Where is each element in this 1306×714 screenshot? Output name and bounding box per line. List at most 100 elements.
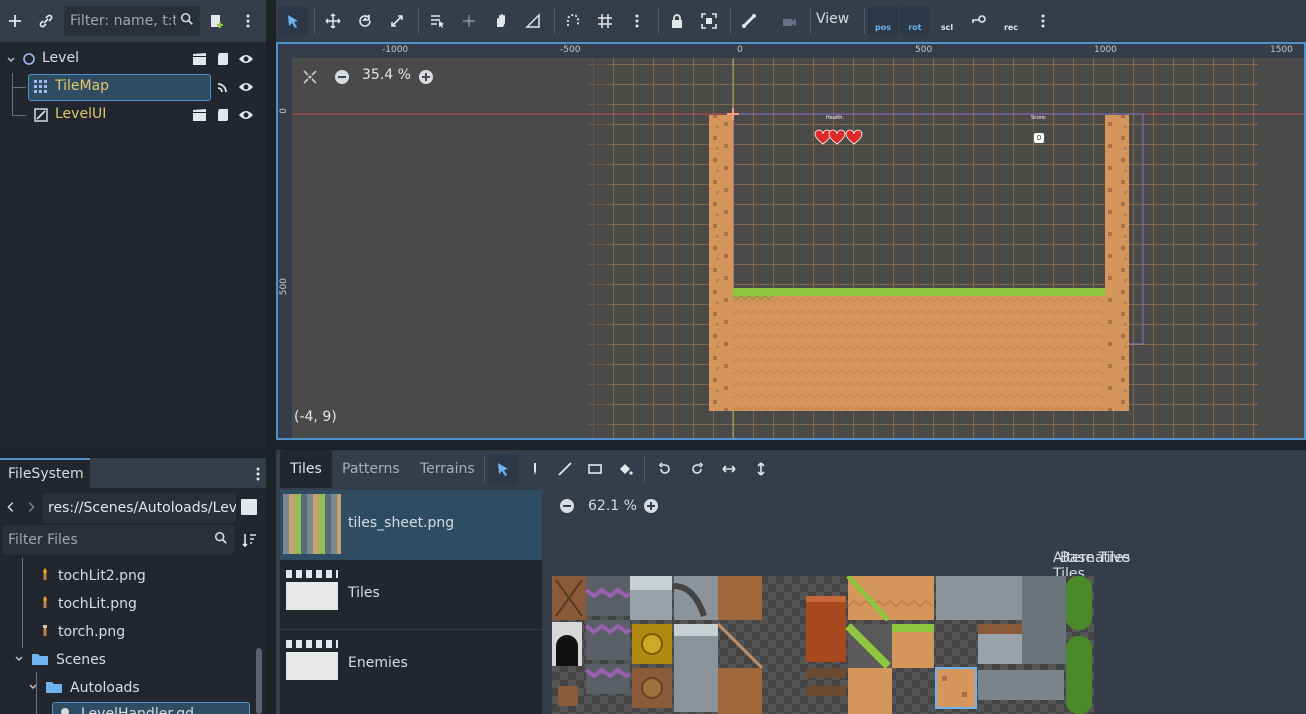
scale-mode-button[interactable]: [382, 6, 412, 36]
collapse-arrow-icon[interactable]: [28, 680, 38, 696]
file-item[interactable]: tochLit.png: [40, 592, 137, 616]
scene-thumbnail: [286, 652, 338, 680]
rotate-right-button[interactable]: [682, 454, 712, 484]
ruler-label: 500: [915, 45, 933, 55]
rect-tool[interactable]: [580, 454, 610, 484]
vertical-ruler: 0 500: [278, 44, 292, 438]
zoom-out-button[interactable]: [332, 68, 352, 86]
tab-patterns[interactable]: Patterns: [332, 450, 410, 488]
toggle-label: rot: [908, 22, 922, 32]
pan-mode-button[interactable]: [486, 6, 516, 36]
grid-snap-button[interactable]: [590, 6, 620, 36]
visibility-eye-icon[interactable]: [238, 80, 254, 98]
group-button[interactable]: [694, 6, 724, 36]
flip-h-button[interactable]: [714, 454, 744, 484]
tile-coordinate-readout: (-4, 9): [294, 409, 337, 425]
viewport-toolbar: View pos rot scl rec: [276, 0, 1306, 42]
visibility-eye-icon[interactable]: [238, 52, 254, 70]
sort-icon[interactable]: [240, 530, 258, 550]
visibility-eye-icon[interactable]: [238, 108, 254, 126]
tree-node-tilemap[interactable]: TileMap: [0, 73, 266, 101]
canvas-viewport[interactable]: Health: Score: 0 -1000 -500 0 500 1000 1…: [276, 42, 1306, 440]
snap-options-button[interactable]: [622, 6, 652, 36]
dock-options-icon[interactable]: [250, 464, 266, 484]
lock-button[interactable]: [662, 6, 692, 36]
select-mode-button[interactable]: [278, 6, 308, 36]
file-label: tochLit.png: [58, 596, 137, 612]
script-icon[interactable]: [216, 52, 230, 70]
collapse-arrow-icon[interactable]: [14, 652, 24, 668]
source-item-selected[interactable]: tiles_sheet.png: [280, 490, 542, 560]
zoom-in-button[interactable]: [642, 497, 660, 515]
source-label: tiles_sheet.png: [348, 515, 455, 531]
animation-options-button[interactable]: [1028, 6, 1058, 36]
back-arrow-icon[interactable]: [4, 498, 18, 516]
view-menu[interactable]: View: [816, 11, 849, 27]
tile-select-tool[interactable]: [488, 454, 518, 484]
scene-toolbar: Filter: name, t:t: [0, 0, 266, 42]
camera-override-button[interactable]: [774, 6, 804, 36]
file-item[interactable]: tochLit2.png: [40, 564, 146, 588]
ruler-label: 0: [279, 108, 289, 114]
rotate-left-button[interactable]: [650, 454, 680, 484]
rotate-mode-button[interactable]: [350, 6, 380, 36]
atlas-view[interactable]: 62.1 % Base Tiles Alternative Tiles: [550, 490, 1306, 714]
list-select-button[interactable]: [422, 6, 452, 36]
ruler-mode-button[interactable]: [518, 6, 548, 36]
scene-filter-input[interactable]: Filter: name, t:t: [64, 6, 200, 36]
insert-key-button[interactable]: [964, 6, 994, 36]
torch-file-icon: [40, 595, 50, 613]
pivot-button[interactable]: [454, 6, 484, 36]
source-item[interactable]: Tiles: [280, 560, 542, 630]
file-item-selected[interactable]: LevelHandler.gd: [52, 702, 250, 714]
link-icon[interactable]: [34, 8, 58, 34]
add-node-icon[interactable]: [4, 8, 26, 34]
source-item[interactable]: Enemies: [280, 630, 542, 700]
search-icon: [180, 12, 194, 30]
flip-v-button[interactable]: [746, 454, 776, 484]
zoom-out-button[interactable]: [558, 497, 576, 515]
tab-tiles[interactable]: Tiles: [280, 450, 332, 488]
tree-node-level[interactable]: Level: [0, 45, 266, 73]
folder-item[interactable]: Autoloads: [28, 676, 140, 700]
scene-dock: Filter: name, t:t Level TileMap LevelUI: [0, 0, 266, 448]
tilesheet-thumbnail: [283, 494, 341, 554]
toggle-label: pos: [875, 22, 891, 32]
more-options-icon[interactable]: [238, 8, 258, 34]
zoom-level[interactable]: 35.4 %: [362, 67, 411, 83]
signal-icon[interactable]: [216, 80, 230, 98]
center-view-button[interactable]: [300, 68, 320, 86]
bucket-tool[interactable]: [610, 454, 640, 484]
scrollbar[interactable]: [256, 648, 262, 714]
paint-tool[interactable]: [520, 454, 550, 484]
instance-scene-icon[interactable]: [206, 8, 228, 34]
skeleton-button[interactable]: [734, 6, 764, 36]
file-filter-input[interactable]: Filter Files: [2, 525, 234, 555]
move-mode-button[interactable]: [318, 6, 348, 36]
collapse-arrow-icon[interactable]: [6, 53, 16, 69]
clapperboard-icon[interactable]: [192, 108, 208, 126]
key-pos-toggle[interactable]: pos: [868, 6, 898, 36]
tree-node-levelui[interactable]: LevelUI: [0, 87, 266, 129]
key-scl-toggle[interactable]: scl: [932, 6, 962, 36]
zoom-in-icon: [644, 499, 658, 513]
file-item[interactable]: torch.png: [40, 620, 125, 644]
key-rot-toggle[interactable]: rot: [900, 6, 930, 36]
path-field[interactable]: res://Scenes/Autoloads/Lev: [42, 493, 236, 523]
forward-arrow-icon[interactable]: [24, 498, 38, 516]
filesystem-tab[interactable]: FileSystem: [0, 458, 90, 488]
zoom-in-button[interactable]: [416, 68, 436, 86]
folder-item[interactable]: Scenes: [14, 648, 106, 672]
canvas-world: [292, 58, 1304, 438]
tab-terrains[interactable]: Terrains: [410, 450, 485, 488]
hud-score-value: 0: [1034, 133, 1044, 143]
toggle-split-icon[interactable]: [241, 499, 257, 515]
script-icon[interactable]: [216, 108, 230, 126]
key-rec-toggle[interactable]: rec: [996, 6, 1026, 36]
atlas-tiles[interactable]: [552, 576, 1094, 714]
flip-horizontal-icon: [722, 465, 736, 473]
clapperboard-icon[interactable]: [192, 52, 208, 70]
atlas-zoom-level[interactable]: 62.1 %: [588, 498, 637, 514]
line-tool[interactable]: [550, 454, 580, 484]
smart-snap-button[interactable]: [558, 6, 588, 36]
